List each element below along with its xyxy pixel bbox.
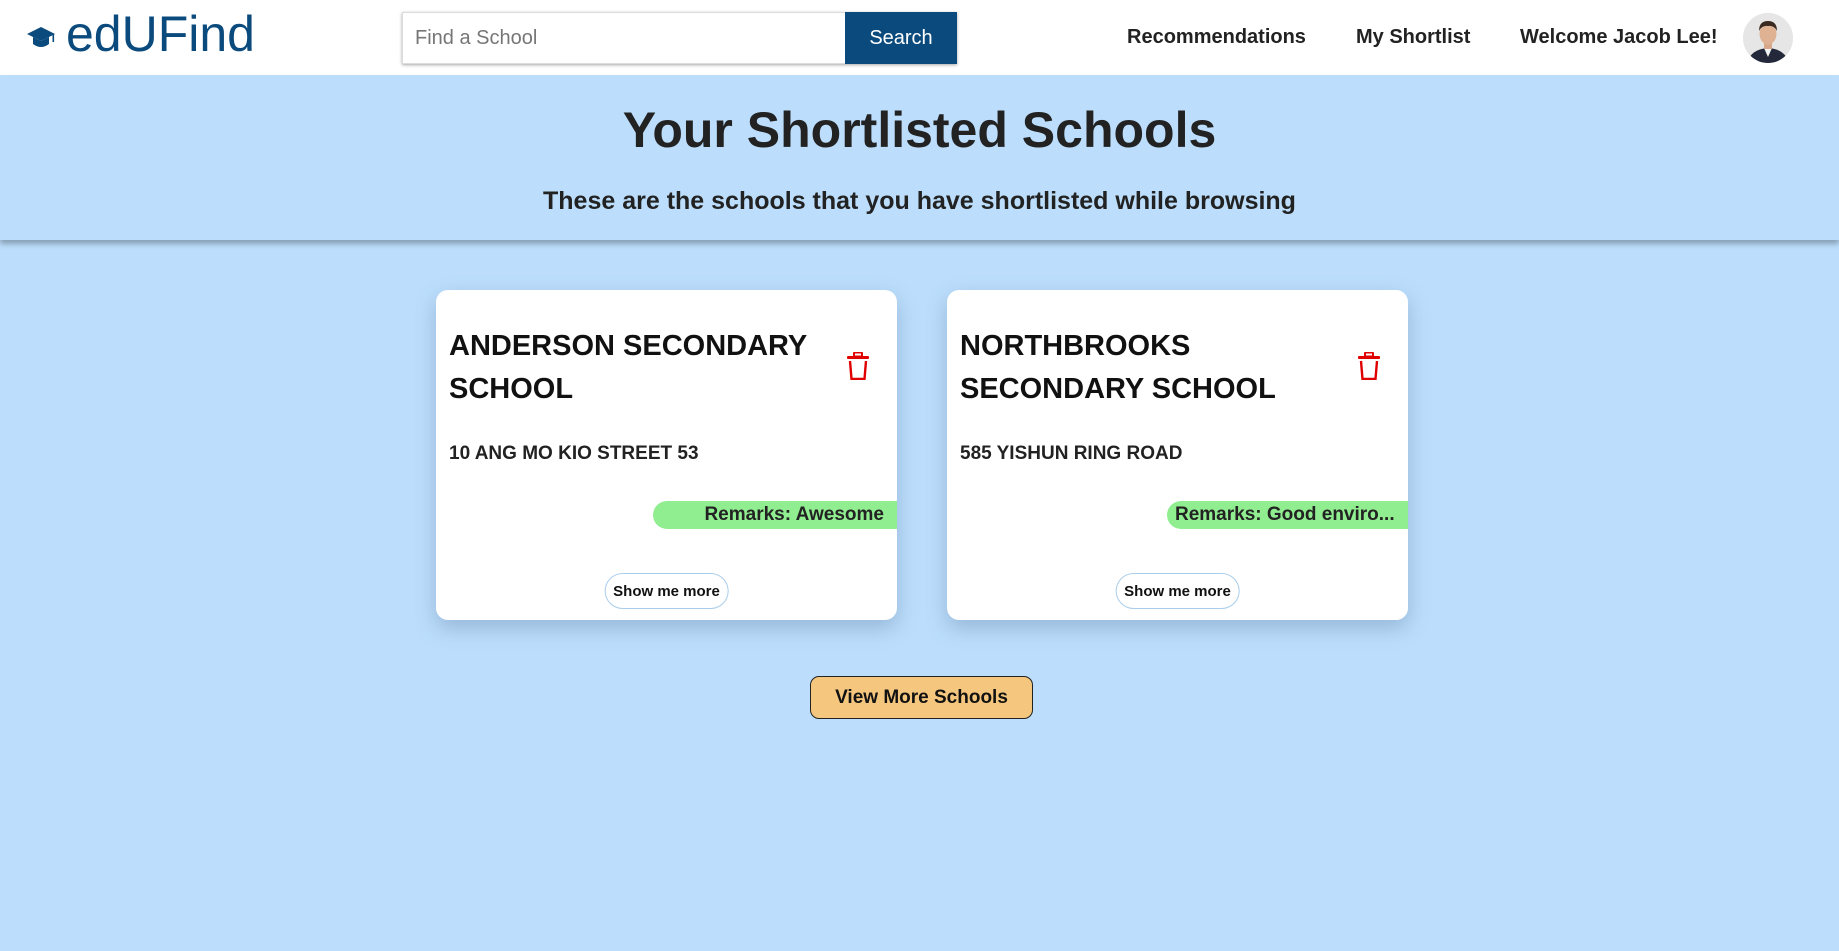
- avatar-portrait-icon: [1743, 13, 1793, 63]
- top-navbar: edUFind Search Recommendations My Shortl…: [0, 0, 1839, 75]
- brand-logo-link[interactable]: edUFind: [26, 4, 255, 64]
- remarks-tag: Remarks: Good enviro...: [1167, 501, 1408, 529]
- remarks-tag: Remarks: Awesome: [653, 501, 897, 529]
- user-avatar[interactable]: [1743, 13, 1793, 63]
- show-me-more-button[interactable]: Show me more: [604, 573, 729, 609]
- nav-my-shortlist-link[interactable]: My Shortlist: [1356, 26, 1470, 49]
- school-address: 10 ANG MO KIO STREET 53: [449, 443, 699, 464]
- welcome-user-text: Welcome Jacob Lee!: [1520, 26, 1718, 48]
- school-address: 585 YISHUN RING ROAD: [960, 443, 1183, 464]
- brand-name: edUFind: [66, 6, 255, 62]
- school-name: NORTHBROOKS SECONDARY SCHOOL: [960, 330, 1276, 405]
- school-name: ANDERSON SECONDARY SCHOOL: [449, 330, 807, 405]
- search-button[interactable]: Search: [845, 12, 957, 64]
- page-subtitle: These are the schools that you have shor…: [543, 187, 1296, 215]
- view-more-schools-button[interactable]: View More Schools: [810, 676, 1033, 719]
- school-card: NORTHBROOKS SECONDARY SCHOOL 585 YISHUN …: [947, 290, 1408, 620]
- trash-icon[interactable]: [1357, 352, 1381, 380]
- page-header: Your Shortlisted Schools These are the s…: [0, 75, 1839, 240]
- search-bar: Search: [402, 12, 957, 64]
- page-title: Your Shortlisted Schools: [622, 102, 1217, 158]
- trash-icon[interactable]: [846, 352, 870, 380]
- graduation-cap-icon: [27, 27, 55, 47]
- nav-recommendations-link[interactable]: Recommendations: [1127, 26, 1306, 49]
- search-input[interactable]: [402, 12, 845, 64]
- school-card: ANDERSON SECONDARY SCHOOL 10 ANG MO KIO …: [436, 290, 897, 620]
- show-me-more-button[interactable]: Show me more: [1115, 573, 1240, 609]
